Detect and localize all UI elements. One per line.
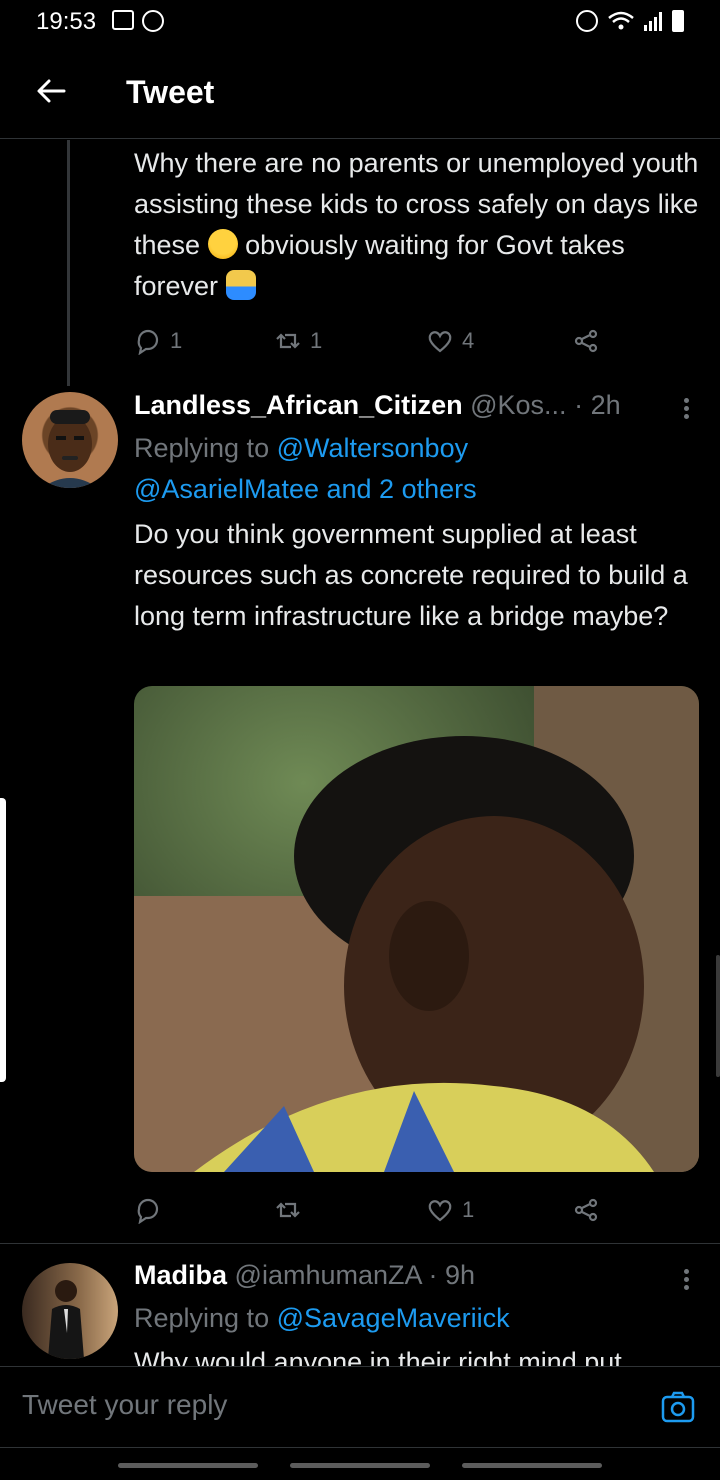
mention-link[interactable]: @Waltersonboy	[277, 433, 468, 463]
parent-tweet-actions: 1 1 4	[134, 323, 604, 359]
tweet-author-line: Madiba @iamhumanZA · 9h	[134, 1260, 475, 1291]
avatar[interactable]	[22, 392, 118, 488]
mention-link[interactable]: @AsarielMatee	[134, 474, 319, 504]
like-count: 1	[462, 1197, 475, 1222]
replying-to-line: Replying to @Waltersonboy @AsarielMatee …	[134, 428, 704, 510]
reply-action[interactable]: 1	[134, 327, 182, 355]
author-handle[interactable]: @iamhumanZA	[235, 1260, 421, 1290]
replying-to-label: Replying to	[134, 433, 270, 463]
replying-to-label: Replying to	[134, 1303, 270, 1333]
status-time: 19:53	[36, 8, 97, 35]
author-name[interactable]: Madiba	[134, 1260, 227, 1290]
top-app-bar: Tweet	[0, 48, 720, 139]
crying-face-emoji-icon	[207, 229, 238, 259]
whatsapp-notification-icon	[142, 10, 164, 32]
others-link[interactable]: and 2 others	[327, 474, 477, 504]
user-avatar-illustration	[42, 410, 98, 488]
retweet-action[interactable]	[274, 1196, 302, 1224]
avatar[interactable]	[22, 1263, 118, 1359]
tweet-text: Do you think government supplied at leas…	[134, 519, 688, 631]
heart-icon	[428, 331, 452, 353]
tweet-time: · 2h	[574, 390, 621, 420]
author-handle[interactable]: @Kos...	[470, 390, 566, 420]
reply-bubble-icon	[137, 329, 159, 355]
nav-back-pill[interactable]	[462, 1463, 602, 1468]
scrollbar[interactable]	[716, 955, 720, 1077]
media-photo	[134, 686, 699, 1172]
user-avatar-photo	[48, 1280, 84, 1359]
back-arrow-icon[interactable]	[34, 74, 68, 108]
tweet-media-image[interactable]	[134, 686, 699, 1172]
reply-count: 1	[170, 328, 183, 353]
retweet-icon	[276, 333, 300, 349]
share-action[interactable]	[572, 1196, 600, 1224]
retweet-action[interactable]: 1	[274, 327, 322, 355]
more-options-icon[interactable]	[684, 395, 692, 422]
thread-connector-line	[67, 140, 70, 386]
heart-icon	[428, 1200, 452, 1222]
page-title: Tweet	[126, 74, 215, 110]
tweet-divider	[0, 1243, 720, 1244]
author-name[interactable]: Landless_African_Citizen	[134, 390, 463, 420]
share-icon	[574, 329, 598, 353]
signal-icon	[644, 11, 662, 31]
reply-tweet-actions: 1	[134, 1192, 604, 1228]
parent-tweet-text: Why there are no parents or unemployed y…	[134, 143, 704, 307]
share-action[interactable]	[572, 327, 600, 355]
tweet-author-line: Landless_African_Citizen @Kos... · 2h	[134, 390, 621, 421]
status-bar: 19:53	[0, 0, 720, 44]
reply-action[interactable]	[134, 1196, 162, 1224]
reply-input-placeholder[interactable]: Tweet your reply	[22, 1389, 227, 1421]
gallery-notification-icon	[112, 10, 134, 30]
like-action[interactable]: 4	[426, 327, 474, 355]
share-icon	[574, 1198, 598, 1222]
nav-home-pill[interactable]	[290, 1463, 430, 1468]
alarm-icon	[576, 10, 598, 32]
replying-to-line: Replying to @SavageMaveriick	[134, 1298, 704, 1339]
reply-bubble-icon	[137, 1198, 159, 1224]
wifi-icon	[608, 11, 634, 30]
retweet-count: 1	[310, 328, 323, 353]
retweet-icon	[276, 1202, 300, 1218]
edge-panel-handle[interactable]	[0, 798, 6, 1082]
battery-icon	[672, 10, 684, 32]
like-action[interactable]: 1	[426, 1196, 474, 1224]
more-options-icon[interactable]	[684, 1266, 692, 1293]
mention-link[interactable]: @SavageMaveriick	[277, 1303, 510, 1333]
facepalm-emoji-icon	[225, 270, 256, 300]
like-count: 4	[462, 328, 475, 353]
tweet-time: · 9h	[428, 1260, 476, 1290]
camera-icon[interactable]	[660, 1389, 696, 1425]
nav-recents-pill[interactable]	[118, 1463, 258, 1468]
reply-composer[interactable]: Tweet your reply	[0, 1366, 720, 1448]
